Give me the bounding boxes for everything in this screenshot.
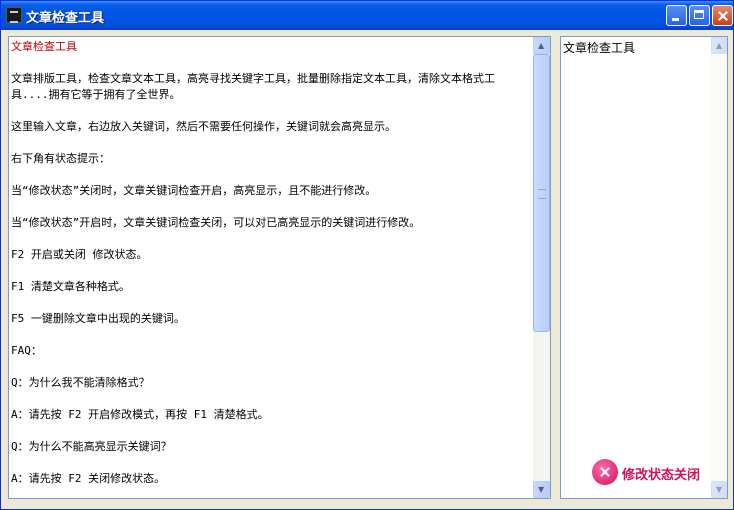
scroll-thumb[interactable]: [533, 54, 550, 332]
article-line: Q：为什么我不能清除格式？: [11, 376, 150, 389]
app-window: 文章检查工具 文章检查工具 文章排版工具，检查文章文本工具，高亮寻找关键字工具，…: [0, 0, 734, 510]
article-line: F5 一键删除文章中出现的关键词。: [11, 312, 185, 325]
maximize-button[interactable]: [689, 5, 710, 26]
article-line: 右下角有状态提示：: [11, 152, 110, 165]
article-line: A：请先按 F2 开启修改模式，再按 F1 清楚格式。: [11, 408, 269, 421]
article-text[interactable]: 文章检查工具 文章排版工具，检查文章文本工具，高亮寻找关键字工具，批量删除指定文…: [11, 39, 531, 498]
keyword-text[interactable]: 文章检查工具: [563, 39, 635, 56]
article-line: F2 开启或关闭 修改状态。: [11, 248, 148, 261]
article-line: 当“修改状态”关闭时，文章关键词检查开启，高亮显示，且不能进行修改。: [11, 184, 377, 197]
article-line: 文章排版工具，检查文章文本工具，高亮寻找关键字工具，批量删除指定文本工具，清除文…: [11, 72, 495, 101]
close-circle-icon: [592, 459, 618, 485]
article-line: 这里输入文章，右边放入关键词，然后不需要任何操作，关键词就会高亮显示。: [11, 120, 396, 133]
article-editor[interactable]: 文章检查工具 文章排版工具，检查文章文本工具，高亮寻找关键字工具，批量删除指定文…: [8, 36, 551, 499]
chevron-up-icon: ▲: [716, 41, 723, 50]
article-line: F1 清楚文章各种格式。: [11, 280, 130, 293]
chevron-up-icon: ▲: [538, 41, 545, 50]
chevron-down-icon: ▼: [716, 485, 723, 494]
title-bar[interactable]: 文章检查工具: [1, 1, 733, 30]
app-icon[interactable]: [6, 7, 22, 23]
grip-icon: [538, 189, 546, 199]
window-title: 文章检查工具: [26, 11, 105, 26]
article-line: FAQ：: [11, 344, 42, 357]
keyword-scrollbar[interactable]: ▲ ▼: [711, 37, 727, 498]
scroll-down-button[interactable]: ▼: [533, 481, 550, 498]
article-line: A：请先按 F2 关闭修改状态。: [11, 472, 166, 485]
article-line: 当“修改状态”开启时，文章关键词检查关闭，可以对已高亮显示的关键词进行修改。: [11, 216, 421, 229]
chevron-down-icon: ▼: [538, 485, 545, 494]
article-line: 文章检查工具: [11, 40, 77, 53]
keyword-scroll-down-button[interactable]: ▼: [711, 481, 727, 498]
status-text: 修改状态关闭: [622, 468, 701, 483]
keyword-editor[interactable]: 文章检查工具 ▲ ▼: [560, 36, 728, 499]
close-button[interactable]: [712, 5, 733, 26]
scroll-up-button[interactable]: ▲: [533, 37, 550, 54]
editor-scrollbar[interactable]: ▲ ▼: [533, 37, 550, 498]
article-line: Q：为什么不能高亮显示关键词？: [11, 440, 172, 453]
keyword-scroll-up-button[interactable]: ▲: [711, 37, 727, 54]
minimize-button[interactable]: [666, 5, 687, 26]
